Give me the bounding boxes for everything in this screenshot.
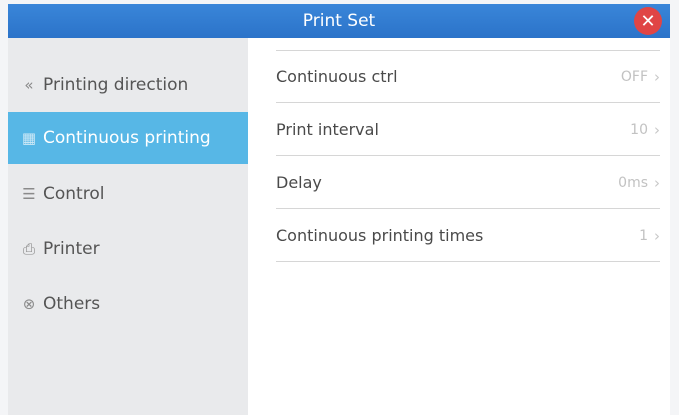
sidebar-item-printer[interactable]: ⎙ Printer (8, 223, 248, 275)
setting-row-continuous-printing-times[interactable]: Continuous printing times 1 › (276, 210, 660, 262)
sidebar-item-printing-direction[interactable]: « Printing direction (8, 59, 248, 111)
sidebar-item-label: Control (43, 184, 105, 204)
sidebar-item-label: Others (43, 294, 101, 314)
double-chevron-left-icon: « (24, 76, 34, 94)
sidebar: « Printing direction ▦ Continuous printi… (8, 38, 248, 415)
title-bar: Print Set ✕ (8, 4, 670, 38)
close-icon: ✕ (640, 10, 656, 32)
printer-icon: ⎙ (22, 240, 35, 258)
circle-x-icon: ⊗ (22, 295, 36, 313)
setting-label: Delay (276, 173, 322, 192)
sidebar-item-continuous-printing[interactable]: ▦ Continuous printing (8, 112, 248, 164)
setting-label: Continuous printing times (276, 226, 484, 245)
close-button[interactable]: ✕ (634, 7, 662, 35)
setting-value: 1 › (639, 227, 660, 245)
setting-value: OFF › (621, 68, 660, 86)
sliders-icon: ☰ (22, 185, 36, 203)
window-title: Print Set (302, 11, 376, 31)
setting-row-print-interval[interactable]: Print interval 10 › (276, 104, 660, 156)
setting-row-continuous-ctrl[interactable]: Continuous ctrl OFF › (276, 51, 660, 103)
setting-label: Print interval (276, 120, 379, 139)
chevron-right-icon: › (654, 226, 660, 245)
chevron-right-icon: › (654, 120, 660, 139)
chevron-right-icon: › (654, 67, 660, 86)
sidebar-item-label: Printing direction (43, 75, 189, 95)
setting-value-text: OFF (620, 68, 648, 85)
sidebar-item-control[interactable]: ☰ Control (8, 168, 248, 220)
setting-value: 10 › (630, 121, 660, 139)
grid-icon: ▦ (21, 129, 37, 147)
setting-value-text: 0ms (618, 174, 648, 191)
setting-value-text: 10 (630, 121, 648, 138)
setting-label: Continuous ctrl (276, 67, 398, 86)
sidebar-item-label: Printer (43, 239, 100, 259)
print-set-screen: Print Set ✕ « Printing direction ▦ Conti… (0, 0, 679, 415)
setting-value: 0ms › (618, 174, 660, 192)
chevron-right-icon: › (654, 173, 660, 192)
settings-panel: Continuous ctrl OFF › Print interval 10 … (248, 38, 670, 415)
sidebar-item-others[interactable]: ⊗ Others (8, 278, 248, 330)
setting-value-text: 1 (639, 227, 648, 244)
setting-row-delay[interactable]: Delay 0ms › (276, 157, 660, 209)
sidebar-item-label: Continuous printing (43, 128, 211, 148)
